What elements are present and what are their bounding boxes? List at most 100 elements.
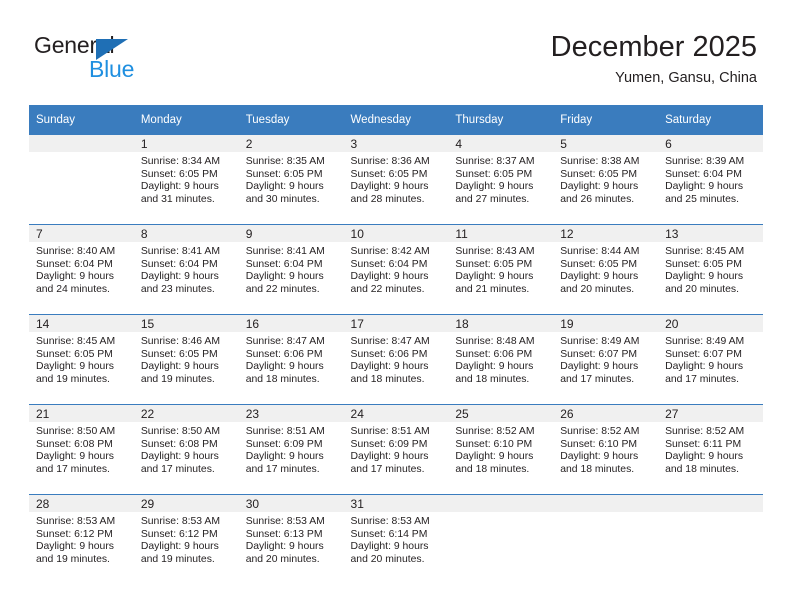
calendar-day: 28 Sunrise: 8:53 AM Sunset: 6:12 PM Dayligh… — [29, 494, 134, 584]
day-number: 7 — [29, 225, 134, 242]
day-details: Sunrise: 8:49 AM Sunset: 6:07 PM Daylight:… — [553, 332, 658, 386]
daylight-duration-line1: Daylight: 9 hours — [245, 271, 324, 283]
calendar-day-cell[interactable]: 1 Sunrise: 8:34 AM Sunset: 6:05 PM Daylight… — [133, 134, 239, 224]
daylight-duration-line1: Daylight: 9 hours — [665, 271, 744, 283]
calendar-day: 7 Sunrise: 8:40 AM Sunset: 6:04 PM Daylight… — [29, 224, 134, 314]
calendar-day-empty — [658, 494, 763, 584]
calendar-day-cell[interactable]: 15 Sunrise: 8:46 AM Sunset: 6:05 PM Dayligh… — [133, 314, 239, 404]
calendar-day-cell[interactable]: 16 Sunrise: 8:47 AM Sunset: 6:06 PM Dayligh… — [238, 314, 344, 404]
weekday-header-sunday: Sunday — [29, 105, 134, 134]
calendar-day-cell[interactable]: 22 Sunrise: 8:50 AM Sunset: 6:08 PM Dayligh… — [133, 404, 239, 494]
day-details: Sunrise: 8:50 AM Sunset: 6:08 PM Daylight:… — [29, 422, 134, 476]
weekday-header-monday: Monday — [133, 105, 239, 134]
calendar-day-cell[interactable]: 11 Sunrise: 8:43 AM Sunset: 6:05 PM Dayligh… — [448, 224, 554, 314]
calendar-day-cell[interactable] — [553, 494, 659, 584]
daylight-duration-line2: and 24 minutes. — [36, 283, 110, 295]
calendar-day-cell[interactable]: 25 Sunrise: 8:52 AM Sunset: 6:10 PM Dayligh… — [448, 404, 554, 494]
calendar-day-cell[interactable]: 29 Sunrise: 8:53 AM Sunset: 6:12 PM Dayligh… — [133, 494, 239, 584]
day-details: Sunrise: 8:42 AM Sunset: 6:04 PM Daylight:… — [344, 242, 449, 296]
day-details: Sunrise: 8:51 AM Sunset: 6:09 PM Daylight:… — [239, 422, 344, 476]
weekday-header-wednesday: Wednesday — [343, 105, 449, 134]
calendar-day-cell[interactable]: 2 Sunrise: 8:35 AM Sunset: 6:05 PM Daylight… — [238, 134, 344, 224]
sunset-time: Sunset: 6:10 PM — [455, 438, 533, 450]
day-number: 8 — [133, 225, 239, 242]
day-number: 16 — [238, 315, 344, 332]
sunset-time: Sunset: 6:09 PM — [350, 438, 428, 450]
calendar-day-cell[interactable]: 21 Sunrise: 8:50 AM Sunset: 6:08 PM Dayligh… — [29, 404, 134, 494]
day-number: 24 — [343, 405, 449, 422]
daylight-duration-line1: Daylight: 9 hours — [36, 361, 114, 373]
sunrise-time: Sunrise: 8:37 AM — [455, 156, 535, 167]
calendar-day-cell[interactable]: 27 Sunrise: 8:52 AM Sunset: 6:11 PM Dayligh… — [658, 404, 763, 494]
day-number: 31 — [343, 495, 449, 512]
daylight-duration-line2: and 17 minutes. — [36, 463, 110, 475]
day-details: Sunrise: 8:38 AM Sunset: 6:05 PM Daylight:… — [553, 152, 658, 206]
day-number: 2 — [238, 135, 344, 152]
page-title: December 2025 — [550, 31, 757, 63]
calendar-day-cell[interactable]: 5 Sunrise: 8:38 AM Sunset: 6:05 PM Daylight… — [553, 134, 659, 224]
calendar-day-cell[interactable] — [658, 494, 763, 584]
sunrise-time: Sunrise: 8:53 AM — [245, 516, 325, 527]
day-details: Sunrise: 8:40 AM Sunset: 6:04 PM Daylight:… — [29, 242, 134, 296]
calendar-day: 22 Sunrise: 8:50 AM Sunset: 6:08 PM Dayligh… — [133, 404, 239, 494]
calendar-day-cell[interactable]: 12 Sunrise: 8:44 AM Sunset: 6:05 PM Dayligh… — [553, 224, 659, 314]
calendar-day: 15 Sunrise: 8:46 AM Sunset: 6:05 PM Dayligh… — [133, 314, 239, 404]
day-number: 13 — [658, 225, 763, 242]
sunset-time: Sunset: 6:05 PM — [455, 168, 533, 180]
calendar-day-cell[interactable]: 3 Sunrise: 8:36 AM Sunset: 6:05 PM Daylight… — [343, 134, 449, 224]
calendar-day-cell[interactable]: 23 Sunrise: 8:51 AM Sunset: 6:09 PM Dayligh… — [238, 404, 344, 494]
sunset-time: Sunset: 6:12 PM — [140, 528, 218, 540]
daylight-duration-line2: and 23 minutes. — [140, 283, 215, 295]
calendar-day-cell[interactable]: 9 Sunrise: 8:41 AM Sunset: 6:04 PM Daylight… — [238, 224, 344, 314]
day-details: Sunrise: 8:52 AM Sunset: 6:10 PM Daylight:… — [553, 422, 658, 476]
calendar-day-cell[interactable]: 10 Sunrise: 8:42 AM Sunset: 6:04 PM Dayligh… — [343, 224, 449, 314]
calendar-day: 21 Sunrise: 8:50 AM Sunset: 6:08 PM Dayligh… — [29, 404, 134, 494]
daylight-duration-line2: and 17 minutes. — [350, 463, 425, 475]
calendar-day-cell[interactable]: 7 Sunrise: 8:40 AM Sunset: 6:04 PM Daylight… — [29, 224, 134, 314]
day-number: 17 — [343, 315, 449, 332]
calendar-day-cell[interactable]: 17 Sunrise: 8:47 AM Sunset: 6:06 PM Dayligh… — [343, 314, 449, 404]
day-details: Sunrise: 8:43 AM Sunset: 6:05 PM Daylight:… — [448, 242, 553, 296]
daylight-duration-line2: and 17 minutes. — [665, 373, 739, 385]
day-details: Sunrise: 8:45 AM Sunset: 6:05 PM Daylight:… — [29, 332, 134, 386]
day-details: Sunrise: 8:39 AM Sunset: 6:04 PM Daylight:… — [658, 152, 763, 206]
day-details: Sunrise: 8:52 AM Sunset: 6:11 PM Daylight:… — [658, 422, 763, 476]
sunrise-time: Sunrise: 8:36 AM — [350, 156, 430, 167]
calendar-day-cell[interactable]: 30 Sunrise: 8:53 AM Sunset: 6:13 PM Dayligh… — [238, 494, 344, 584]
calendar-day: 8 Sunrise: 8:41 AM Sunset: 6:04 PM Daylight… — [133, 224, 239, 314]
calendar-day-cell[interactable]: 13 Sunrise: 8:45 AM Sunset: 6:05 PM Dayligh… — [658, 224, 763, 314]
sunset-time: Sunset: 6:05 PM — [245, 168, 323, 180]
day-details: Sunrise: 8:41 AM Sunset: 6:04 PM Daylight:… — [134, 242, 239, 296]
sunrise-time: Sunrise: 8:53 AM — [36, 516, 116, 527]
day-number: 12 — [553, 225, 659, 242]
calendar-day-cell[interactable]: 14 Sunrise: 8:45 AM Sunset: 6:05 PM Dayligh… — [29, 314, 134, 404]
brand-logo[interactable]: General Blue — [34, 32, 234, 88]
calendar-day: 10 Sunrise: 8:42 AM Sunset: 6:04 PM Dayligh… — [343, 224, 449, 314]
calendar-day: 6 Sunrise: 8:39 AM Sunset: 6:04 PM Daylight… — [658, 134, 763, 224]
calendar-day-cell[interactable]: 6 Sunrise: 8:39 AM Sunset: 6:04 PM Daylight… — [658, 134, 763, 224]
day-number: 18 — [448, 315, 554, 332]
daylight-duration-line1: Daylight: 9 hours — [140, 451, 219, 463]
day-details: Sunrise: 8:49 AM Sunset: 6:07 PM Daylight:… — [658, 332, 763, 386]
calendar-day-cell[interactable]: 8 Sunrise: 8:41 AM Sunset: 6:04 PM Daylight… — [133, 224, 239, 314]
calendar-day-cell[interactable]: 19 Sunrise: 8:49 AM Sunset: 6:07 PM Dayligh… — [553, 314, 659, 404]
calendar-day-cell[interactable]: 24 Sunrise: 8:51 AM Sunset: 6:09 PM Dayligh… — [343, 404, 449, 494]
calendar-day-cell[interactable]: 31 Sunrise: 8:53 AM Sunset: 6:14 PM Dayligh… — [343, 494, 449, 584]
calendar-day-cell[interactable]: 18 Sunrise: 8:48 AM Sunset: 6:06 PM Dayligh… — [448, 314, 554, 404]
calendar-day: 13 Sunrise: 8:45 AM Sunset: 6:05 PM Dayligh… — [658, 224, 763, 314]
daylight-duration-line2: and 18 minutes. — [245, 373, 320, 385]
sunrise-time: Sunrise: 8:53 AM — [350, 516, 430, 527]
calendar-day-cell[interactable]: 26 Sunrise: 8:52 AM Sunset: 6:10 PM Dayligh… — [553, 404, 659, 494]
daylight-duration-line1: Daylight: 9 hours — [245, 541, 324, 553]
title-block: December 2025 Yumen, Gansu, China — [551, 30, 757, 87]
daylight-duration-line2: and 27 minutes. — [455, 193, 530, 205]
sunset-time: Sunset: 6:05 PM — [140, 168, 218, 180]
calendar-day-cell[interactable]: 28 Sunrise: 8:53 AM Sunset: 6:12 PM Dayligh… — [29, 494, 134, 584]
calendar-day-cell[interactable]: 20 Sunrise: 8:49 AM Sunset: 6:07 PM Dayligh… — [658, 314, 763, 404]
calendar-day-cell[interactable] — [448, 494, 554, 584]
day-number — [553, 495, 659, 512]
day-number — [448, 495, 554, 512]
calendar-day-cell[interactable] — [29, 134, 134, 224]
daylight-duration-line1: Daylight: 9 hours — [140, 181, 219, 193]
calendar-day-cell[interactable]: 4 Sunrise: 8:37 AM Sunset: 6:05 PM Daylight… — [448, 134, 554, 224]
